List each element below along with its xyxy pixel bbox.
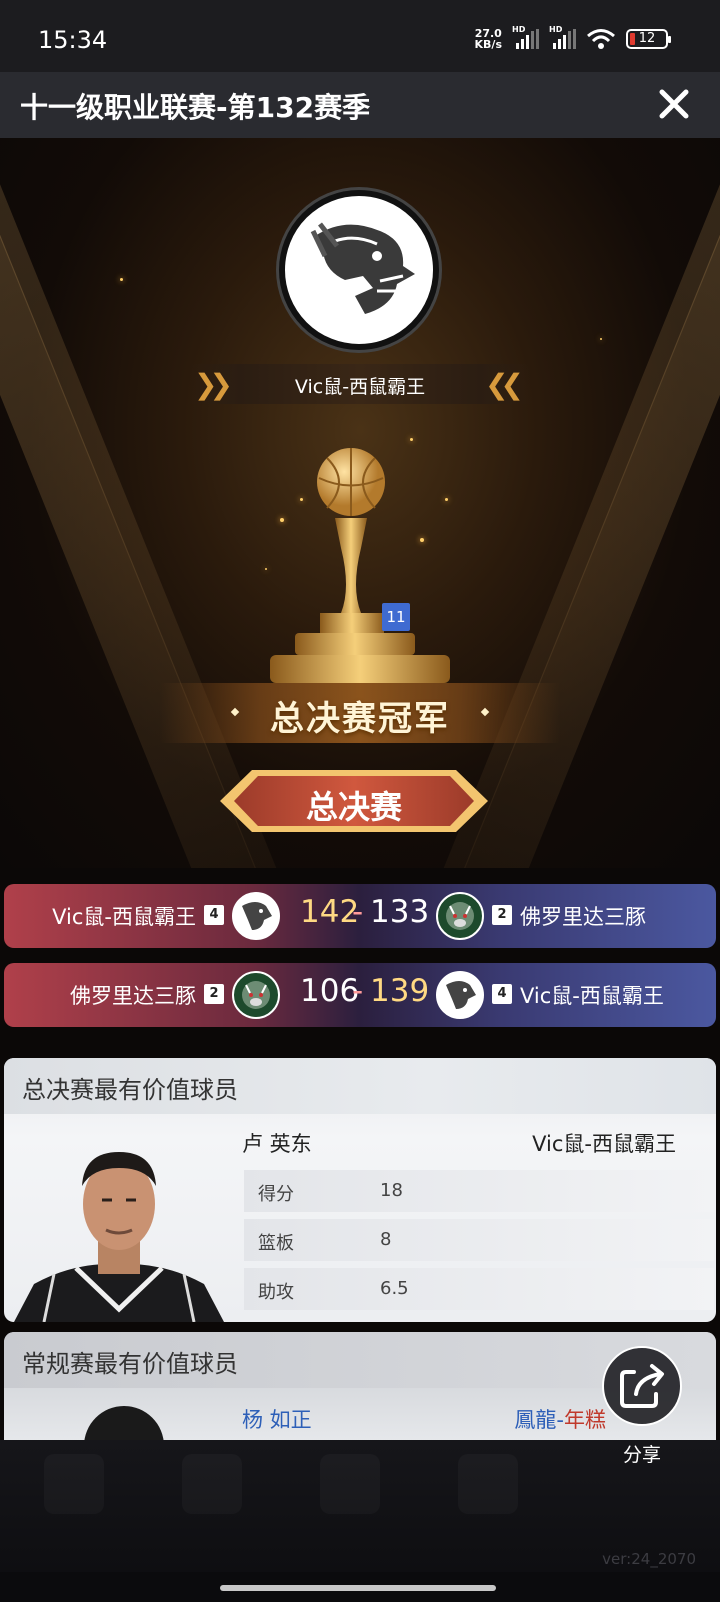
regular-mvp-team-name: 鳳龍-年糕 (514, 1404, 606, 1434)
tab-finals[interactable]: 总决赛 (218, 768, 490, 834)
champion-team-logo (279, 190, 439, 350)
regular-mvp-title: 常规赛最有价值球员 (22, 1350, 238, 1378)
home-indicator[interactable] (220, 1585, 496, 1591)
stat-value: 18 (380, 1180, 403, 1201)
close-icon[interactable] (654, 84, 694, 124)
chevron-left-decor: ❮❮ (485, 368, 524, 401)
away-seed-badge: 4 (492, 984, 512, 1004)
regular-mvp-player-name: 杨 如正 (242, 1408, 312, 1432)
share-icon (620, 1364, 664, 1408)
score-separator: - (352, 894, 364, 930)
home-team-name: 佛罗里达三豚 (70, 984, 196, 1008)
stat-row-assists: 助攻 6.5 (244, 1268, 714, 1310)
away-score: 139 (370, 973, 430, 1009)
dragon-icon (310, 222, 415, 314)
sim1-label: HD (512, 25, 526, 34)
status-bar: 15:34 27.0 KB/s HD HD 12 (0, 0, 720, 72)
status-icons: 27.0 KB/s HD HD 12 (475, 25, 671, 50)
finals-mvp-player-name: 卢 英东 (242, 1132, 312, 1156)
champion-name-ribbon: ❯❯ Vic鼠-西鼠霸王 ❮❮ (188, 364, 532, 404)
home-seed-badge: 4 (204, 905, 224, 925)
share-button[interactable] (602, 1346, 682, 1426)
tab-finals-label: 总决赛 (305, 788, 402, 826)
away-team-name: 佛罗里达三豚 (520, 905, 646, 929)
champion-hero: ❯❯ Vic鼠-西鼠霸王 ❮❮ 11 总决赛冠军 总决赛 (0, 138, 720, 868)
sim2-label: HD (549, 25, 563, 34)
dragon-team-icon (436, 971, 484, 1019)
away-score: 133 (370, 894, 430, 930)
boar-team-icon (436, 892, 484, 940)
home-team-name: Vic鼠-西鼠霸王 (52, 905, 196, 929)
score-separator: - (352, 973, 364, 1009)
player-avatar (84, 1406, 164, 1442)
champion-team-name: Vic鼠-西鼠霸王 (294, 376, 426, 398)
share-label: 分享 (622, 1444, 661, 1466)
nav-icon[interactable] (182, 1454, 242, 1514)
finals-mvp-header: 总决赛最有价值球员 (4, 1058, 716, 1114)
home-score: 106 (300, 973, 360, 1009)
game-row[interactable]: Vic鼠-西鼠霸王 4 142 - 133 2 佛罗里达三豚 (4, 884, 716, 948)
champion-banner-text: 总决赛冠军 (270, 699, 450, 739)
finals-mvp-team-name: Vic鼠-西鼠霸王 (532, 1132, 676, 1156)
stat-row-rebounds: 篮板 8 (244, 1219, 714, 1261)
away-seed-badge: 2 (492, 905, 512, 925)
home-seed-badge: 2 (204, 984, 224, 1004)
signal-icon-sim1: HD (512, 25, 539, 49)
version-label: ver:24_2070 (602, 1550, 696, 1568)
trophy-level-badge: 11 (382, 603, 410, 631)
stat-label: 篮板 (258, 1233, 294, 1254)
wifi-icon (587, 29, 615, 49)
away-team-name: Vic鼠-西鼠霸王 (520, 984, 664, 1008)
champion-banner: 总决赛冠军 (160, 683, 560, 743)
page-title: 十一级职业联赛-第132赛季 (20, 91, 371, 124)
nav-icon[interactable] (458, 1454, 518, 1514)
status-time: 15:34 (38, 26, 108, 54)
battery-icon: 12 (626, 29, 671, 49)
player-avatar (14, 1152, 224, 1322)
stat-row-points: 得分 18 (244, 1170, 714, 1212)
trophy-icon (270, 448, 450, 683)
dragon-team-icon (232, 892, 280, 940)
network-speed: 27.0 KB/s (475, 28, 502, 50)
game-row[interactable]: 佛罗里达三豚 2 106 - 139 4 Vic鼠-西鼠霸王 (4, 963, 716, 1027)
page-header: 十一级职业联赛-第132赛季 (0, 72, 720, 138)
finals-mvp-card[interactable]: 总决赛最有价值球员 卢 英东 Vic鼠-西鼠霸王 得分 18 篮板 8 助攻 6… (4, 1058, 716, 1322)
team-name-part2: 年糕 (564, 1408, 606, 1432)
nav-icon[interactable] (320, 1454, 380, 1514)
team-name-part1: 鳳龍- (514, 1408, 564, 1432)
stat-value: 6.5 (380, 1278, 409, 1299)
network-speed-unit: KB/s (474, 38, 502, 51)
signal-icon-sim2: HD (549, 25, 576, 49)
stat-label: 得分 (258, 1184, 294, 1205)
stat-label: 助攻 (258, 1282, 294, 1303)
home-score: 142 (300, 894, 360, 930)
nav-icon[interactable] (44, 1454, 104, 1514)
boar-team-icon (232, 971, 280, 1019)
finals-mvp-title: 总决赛最有价值球员 (22, 1076, 238, 1104)
stat-value: 8 (380, 1229, 392, 1250)
battery-level: 12 (638, 31, 656, 46)
